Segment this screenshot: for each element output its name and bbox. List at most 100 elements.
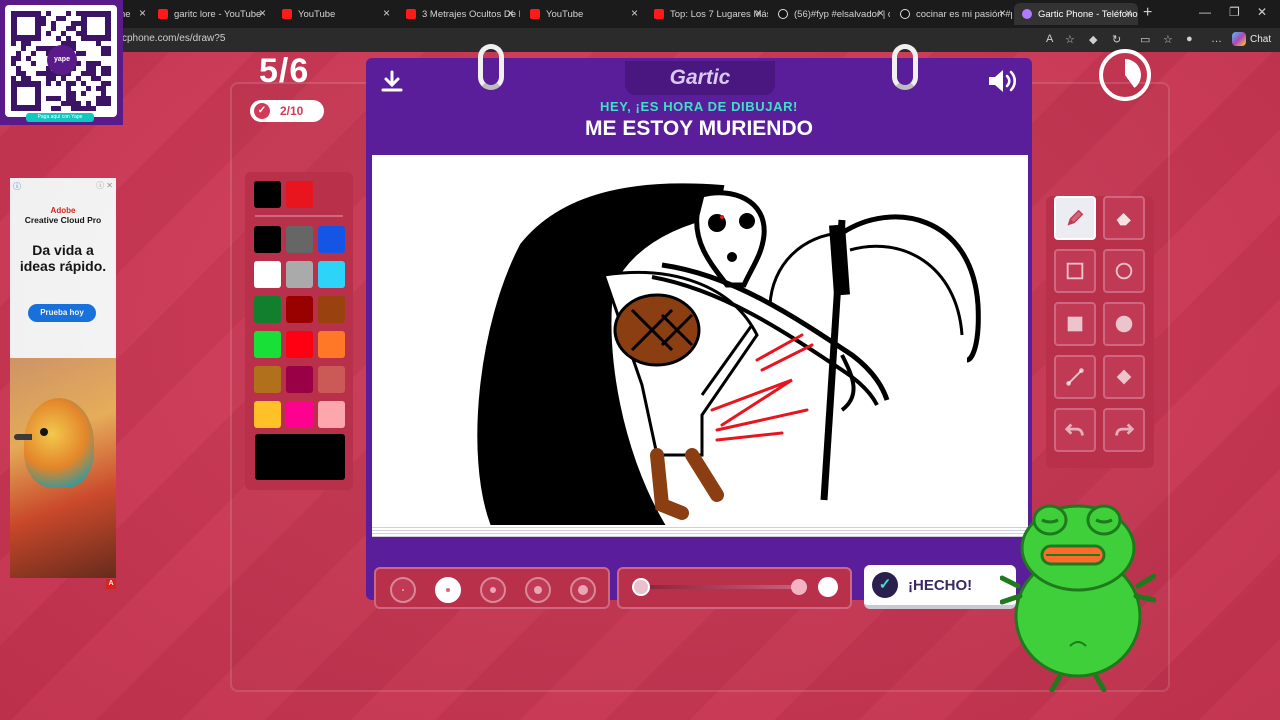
youtube-icon <box>654 9 664 19</box>
line-icon <box>1066 368 1084 386</box>
tab-close-icon[interactable]: × <box>877 6 884 20</box>
color-swatch[interactable] <box>318 226 345 253</box>
tab-close-icon[interactable]: × <box>259 6 266 20</box>
tab-close-icon[interactable]: × <box>383 6 390 20</box>
ad-info-icon[interactable]: ⓘ <box>13 181 21 192</box>
download-icon[interactable] <box>380 70 404 94</box>
qr-module <box>66 101 71 106</box>
ad-choices-icon[interactable]: ⓘ ✕ <box>96 180 113 191</box>
tool-rectangle[interactable] <box>1054 249 1096 293</box>
tab-5[interactable]: Top: Los 7 Lugares Más × <box>646 3 768 25</box>
volume-icon[interactable] <box>987 68 1021 94</box>
chat-label: Chat <box>1250 33 1272 45</box>
tool-ellipse[interactable] <box>1103 249 1145 293</box>
ad-artwork <box>10 358 116 578</box>
qr-module <box>81 71 86 76</box>
favorite-star-icon[interactable]: ☆ <box>1065 33 1075 46</box>
tab-close-icon[interactable]: × <box>139 6 146 20</box>
drawing-canvas[interactable] <box>372 155 1028 525</box>
tool-eraser[interactable] <box>1103 196 1145 240</box>
browser-tab-bar: ne × garitc lore - YouTube × YouTube × 3… <box>0 0 1280 28</box>
color-swatch[interactable] <box>254 401 281 428</box>
filled-rectangle-icon <box>1067 316 1083 332</box>
tab-close-icon[interactable]: × <box>507 6 514 20</box>
brush-size-2[interactable] <box>435 577 461 603</box>
color-swatch[interactable] <box>318 296 345 323</box>
qr-ad[interactable]: yape Paga aquí con Yape <box>0 0 123 125</box>
copilot-chat-button[interactable]: Chat <box>1232 32 1271 46</box>
qr-module <box>101 96 106 101</box>
tool-filled-ellipse[interactable] <box>1103 302 1145 346</box>
color-swatch[interactable] <box>318 401 345 428</box>
tab-4[interactable]: YouTube × <box>522 3 644 25</box>
more-menu-icon[interactable]: … <box>1211 33 1222 45</box>
qr-module <box>96 86 101 91</box>
color-swatch[interactable] <box>254 226 281 253</box>
qr-module <box>16 71 21 76</box>
opacity-slider-track[interactable] <box>640 585 800 589</box>
tab-6[interactable]: (56)#fyp #elsalvador | co × <box>770 3 890 25</box>
tool-filled-rectangle[interactable] <box>1054 302 1096 346</box>
adobe-ad[interactable]: ⓘ ⓘ ✕ Adobe Creative Cloud Pro Da vida a… <box>10 178 116 578</box>
tab-label: YouTube <box>298 8 336 20</box>
tab-close-icon[interactable]: × <box>999 6 1006 20</box>
tab-2[interactable]: YouTube × <box>274 3 396 25</box>
tab-3[interactable]: 3 Metrajes Ocultos De F × <box>398 3 520 25</box>
timer-fill <box>1109 59 1141 91</box>
brush-size-3[interactable] <box>480 577 506 603</box>
rectangle-icon <box>1066 262 1084 280</box>
tool-pencil[interactable] <box>1054 196 1096 240</box>
brush-size-4[interactable] <box>525 577 551 603</box>
color-swatch[interactable] <box>254 331 281 358</box>
color-swatch[interactable] <box>318 331 345 358</box>
color-swatch[interactable] <box>286 401 313 428</box>
brush-size-5[interactable] <box>570 577 596 603</box>
brush-size-1[interactable] <box>390 577 416 603</box>
qr-module <box>91 61 96 66</box>
done-button[interactable]: ✓ ¡HECHO! <box>864 565 1016 609</box>
qr-module <box>11 41 16 46</box>
color-swatch[interactable] <box>254 261 281 288</box>
minimize-icon[interactable]: — <box>1199 5 1211 19</box>
url-text[interactable]: cphone.com/es/draw?5 <box>122 33 225 44</box>
tab-8-active[interactable]: Gartic Phone - Teléfono × <box>1014 3 1138 25</box>
color-swatch[interactable] <box>254 296 281 323</box>
qr-module <box>106 101 111 106</box>
color-swatch[interactable] <box>286 296 313 323</box>
tool-redo[interactable] <box>1103 408 1145 452</box>
qr-module <box>86 101 91 106</box>
tool-line[interactable] <box>1054 355 1096 399</box>
color-swatch[interactable] <box>286 331 313 358</box>
window-close-icon[interactable]: ✕ <box>1257 5 1267 19</box>
favorites-icon[interactable]: ☆ <box>1163 33 1173 46</box>
recent-color-swatch[interactable] <box>254 181 281 208</box>
qr-module <box>61 31 66 36</box>
tool-undo[interactable] <box>1054 408 1096 452</box>
color-swatch[interactable] <box>318 261 345 288</box>
split-screen-icon[interactable]: ▭ <box>1140 33 1150 46</box>
recent-color-swatch[interactable] <box>286 181 313 208</box>
read-aloud-icon[interactable]: A <box>1046 33 1053 45</box>
tab-close-icon[interactable]: × <box>755 6 762 20</box>
tab-7[interactable]: cocinar es mi pasión #p × <box>892 3 1012 25</box>
opacity-slider-knob[interactable] <box>791 579 807 595</box>
new-tab-icon[interactable]: + <box>1143 4 1152 22</box>
extension-icon[interactable]: ◆ <box>1089 33 1097 46</box>
qr-module <box>91 106 96 111</box>
tab-1[interactable]: garitc lore - YouTube × <box>150 3 272 25</box>
color-swatch[interactable] <box>318 366 345 393</box>
youtube-icon <box>530 9 540 19</box>
eraser-icon <box>1116 212 1132 226</box>
color-swatch[interactable] <box>286 261 313 288</box>
ad-cta-button[interactable]: Prueba hoy <box>28 304 96 322</box>
refresh-icon[interactable]: ↻ <box>1112 33 1121 46</box>
tab-close-icon[interactable]: × <box>631 6 638 20</box>
restore-icon[interactable]: ❐ <box>1229 5 1240 19</box>
color-swatch[interactable] <box>254 366 281 393</box>
tiktok-icon <box>778 9 788 19</box>
tab-close-icon[interactable]: × <box>1125 6 1132 20</box>
color-swatch[interactable] <box>286 366 313 393</box>
color-swatch[interactable] <box>286 226 313 253</box>
profile-avatar-icon[interactable]: ● <box>1186 33 1193 45</box>
tool-fill[interactable] <box>1103 355 1145 399</box>
